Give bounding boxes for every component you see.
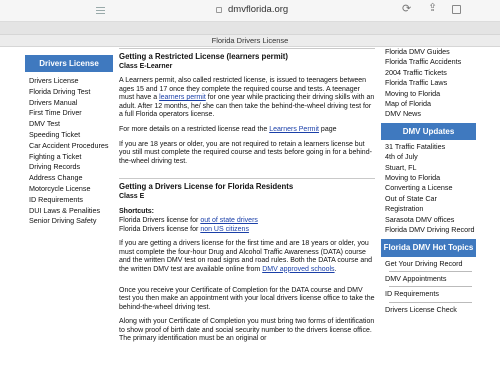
learners-permit-link[interactable]: learners permit <box>159 94 206 101</box>
paragraph: If you are getting a drivers license for… <box>119 240 375 274</box>
section-learners-permit: Getting a Restricted License (learners p… <box>119 48 375 166</box>
sidebar-link-id-requirements[interactable]: ID Requirements <box>29 195 113 206</box>
web-page: Drivers License Drivers License Florida … <box>0 47 500 372</box>
main-content: Getting a Restricted License (learners p… <box>119 48 375 344</box>
left-nav-list: Drivers License Florida Driving Test Dri… <box>25 72 113 227</box>
text: page <box>318 125 337 133</box>
link-traffic-tickets[interactable]: 2004 Traffic Tickets <box>385 68 476 78</box>
reader-menu-icon[interactable] <box>96 7 105 14</box>
left-sidebar: Drivers License Drivers License Florida … <box>25 55 113 227</box>
sidebar-link-drivers-license[interactable]: Drivers License <box>29 76 113 87</box>
sidebar-link-senior-driving[interactable]: Senior Driving Safety <box>29 216 113 227</box>
update-stuart-fl[interactable]: Stuart, FL <box>385 163 476 173</box>
sidebar-link-driving-test[interactable]: Florida Driving Test <box>29 87 113 98</box>
bookmarks-strip <box>0 22 500 34</box>
link-dmv-news[interactable]: DMV News <box>385 109 476 119</box>
text: For more details on a restricted license… <box>119 125 270 133</box>
hot-driving-record[interactable]: Get Your Driving Record <box>385 259 476 269</box>
sidebar-link-driving-records[interactable]: Driving Records <box>29 162 113 173</box>
link-map-of-florida[interactable]: Map of Florida <box>385 99 476 109</box>
address-bar-url[interactable]: dmvflorida.org <box>228 4 288 15</box>
sidebar-link-motorcycle-license[interactable]: Motorcycle License <box>29 184 113 195</box>
divider <box>389 270 472 272</box>
divider <box>389 301 472 303</box>
paragraph: A Learners permit, also called restricte… <box>119 77 375 120</box>
hot-license-check[interactable]: Drivers License Check <box>385 305 476 315</box>
link-traffic-laws[interactable]: Florida Traffic Laws <box>385 78 476 88</box>
shortcuts: Shortcuts: Florida Drivers license for o… <box>119 208 375 234</box>
section-title: Getting a Drivers License for Florida Re… <box>119 182 294 192</box>
section-title: Getting a Restricted License (learners p… <box>119 52 288 61</box>
sidebar-link-fighting-ticket[interactable]: Fighting a Ticket <box>29 152 113 163</box>
link-traffic-accidents[interactable]: Florida Traffic Accidents <box>385 57 476 67</box>
link-dmv-guides[interactable]: Florida DMV Guides <box>385 47 476 57</box>
updates-list: 31 Traffic Fatalities 4th of July Stuart… <box>381 140 476 236</box>
share-icon[interactable]: ⇪ <box>428 3 437 14</box>
update-4th-of-july[interactable]: 4th of July <box>385 152 476 162</box>
update-moving-to-florida[interactable]: Moving to Florida <box>385 173 476 183</box>
paragraph: If you are 18 years or older, you are no… <box>119 140 372 165</box>
reload-icon[interactable]: ⟳ <box>402 4 411 15</box>
update-sarasota-dmv[interactable]: Sarasota DMV offices <box>385 215 476 225</box>
tab-florida-drivers-license[interactable]: Florida Drivers License <box>0 34 500 47</box>
hot-id-requirements[interactable]: ID Requirements <box>385 289 476 299</box>
hot-topics-heading: Florida DMV Hot Topics <box>381 238 476 257</box>
update-driving-record[interactable]: Florida DMV Driving Record <box>385 225 476 235</box>
browser-toolbar: dmvflorida.org ⟳ ⇪ <box>0 0 500 22</box>
out-of-state-link[interactable]: out of state drivers <box>200 217 258 224</box>
sidebar-link-speeding-ticket[interactable]: Speeding Ticket <box>29 130 113 141</box>
non-us-citizens-link[interactable]: non US citizens <box>200 226 249 233</box>
shortcuts-label: Shortcuts: <box>119 208 154 216</box>
divider <box>389 286 472 288</box>
sidebar-link-address-change[interactable]: Address Change <box>29 173 113 184</box>
sidebar-link-dmv-test[interactable]: DMV Test <box>29 119 113 130</box>
update-converting-license[interactable]: Converting a License <box>385 183 476 193</box>
link-moving-to-florida[interactable]: Moving to Florida <box>385 89 476 99</box>
text: . <box>334 265 337 273</box>
guides-list: Florida DMV Guides Florida Traffic Accid… <box>381 47 476 120</box>
paragraph: For more details on a restricted license… <box>119 126 375 135</box>
hot-dmv-appointments[interactable]: DMV Appointments <box>385 274 476 284</box>
learners-permit-page-link[interactable]: Learners Permit <box>269 126 319 133</box>
dmv-approved-schools-link[interactable]: DMV approved schools <box>262 266 334 273</box>
right-sidebar: Florida DMV Guides Florida Traffic Accid… <box>381 47 476 315</box>
paragraph: Once you receive your Certificate of Com… <box>119 286 375 311</box>
sidebar-link-drivers-manual[interactable]: Drivers Manual <box>29 98 113 109</box>
license-class: Class E <box>119 193 145 201</box>
hot-topics-list: Get Your Driving Record DMV Appointments… <box>381 257 476 316</box>
lock-icon <box>216 7 222 13</box>
update-traffic-fatalities[interactable]: 31 Traffic Fatalities <box>385 142 476 152</box>
dmv-updates-heading: DMV Updates <box>381 122 476 140</box>
update-out-of-state-registration[interactable]: Out of State Car Registration <box>385 194 476 215</box>
text: Florida Drivers license for <box>119 216 201 224</box>
sidebar-link-dui-laws[interactable]: DUI Laws & Penalities <box>29 206 113 217</box>
sidebar-link-car-accident[interactable]: Car Accident Procedures <box>29 141 113 152</box>
section-florida-residents: Getting a Drivers License for Florida Re… <box>119 178 375 344</box>
sidebar-link-first-time-driver[interactable]: First Time Driver <box>29 108 113 119</box>
license-class: Class E-Learner <box>119 63 173 70</box>
text: Florida Drivers license for <box>119 225 201 233</box>
paragraph: Along with your Certificate of Completio… <box>119 318 375 343</box>
tabs-icon[interactable] <box>452 5 461 14</box>
sidebar-heading: Drivers License <box>25 55 113 72</box>
